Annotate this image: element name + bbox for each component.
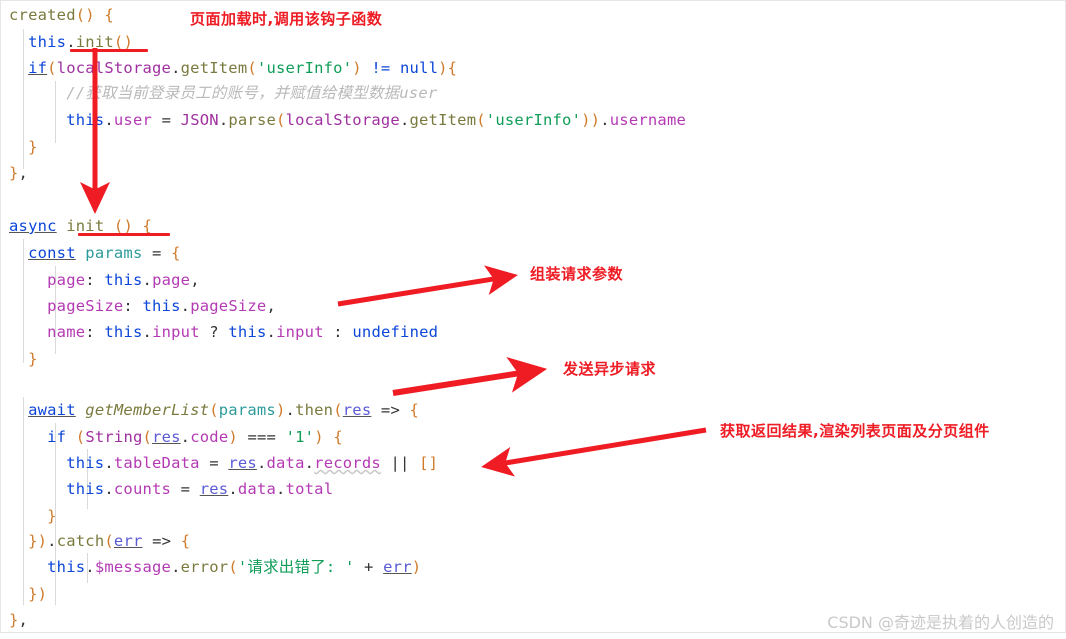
code-editor-panel: created() { this.init() if(localStorage.… [0, 0, 1066, 633]
code-line: }) [28, 585, 48, 603]
code-line: } [28, 350, 38, 368]
code-line-comment: //获取当前登录员工的账号，并赋值给模型数据user [9, 84, 438, 102]
code-line: }).catch(err => { [28, 532, 191, 550]
code-text-area[interactable]: created() { this.init() if(localStorage.… [1, 1, 1066, 634]
annotation-created-hook: 页面加载时,调用该钩子函数 [190, 10, 383, 28]
code-line: if(localStorage.getItem('userInfo') != n… [28, 59, 458, 77]
annotation-build-params: 组装请求参数 [530, 265, 624, 283]
underline-init-define [78, 233, 170, 236]
code-line: this.$message.error('请求出错了: ' + err) [47, 558, 422, 576]
annotation-render-result: 获取返回结果,渲染列表页面及分页组件 [720, 422, 990, 440]
code-line: }, [9, 611, 29, 629]
code-line: this.counts = res.data.total [66, 480, 334, 498]
csdn-watermark: CSDN @奇迹是执着的人创造的 [827, 613, 1054, 632]
code-line: pageSize: this.pageSize, [47, 297, 276, 315]
screenshot-root: created() { this.init() if(localStorage.… [0, 0, 1066, 639]
code-line: created() { [9, 6, 114, 24]
code-line: name: this.input ? this.input : undefine… [47, 323, 439, 341]
annotation-async-request: 发送异步请求 [563, 360, 657, 378]
code-line: page: this.page, [47, 271, 200, 289]
code-line: } [47, 507, 57, 525]
code-line: this.tableData = res.data.records || [] [66, 454, 439, 472]
code-line: await getMemberList(params).then(res => … [28, 401, 420, 419]
code-line: } [28, 138, 38, 156]
underline-init-call [70, 49, 148, 52]
code-line: this.user = JSON.parse(localStorage.getI… [66, 111, 687, 129]
code-line: const params = { [28, 244, 181, 262]
code-line: if (String(res.code) === '1') { [47, 428, 343, 446]
code-line: }, [9, 164, 29, 182]
